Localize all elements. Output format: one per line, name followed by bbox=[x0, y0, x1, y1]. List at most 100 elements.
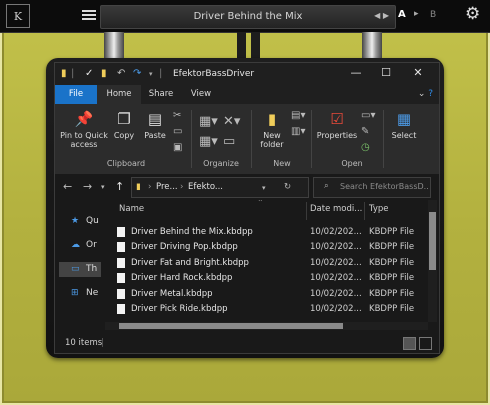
redo-icon[interactable]: ↷ bbox=[133, 68, 141, 80]
paste-shortcut-icon[interactable]: ▣ bbox=[173, 142, 182, 153]
move-to-icon[interactable]: ▦▾ bbox=[199, 114, 218, 129]
file-row[interactable]: Driver Metal.kbdpp 10/02/202... KBDPP Fi… bbox=[105, 287, 428, 302]
minimize-button[interactable]: — bbox=[347, 66, 365, 79]
large-icons-view-icon[interactable] bbox=[419, 337, 432, 350]
nav-item-network[interactable]: ⊞ Ne bbox=[71, 288, 98, 298]
preset-nav-arrows[interactable]: ◀ ▶ bbox=[374, 11, 389, 20]
file-type: KBDPP File bbox=[369, 289, 415, 299]
select-button[interactable]: ▦ Select bbox=[389, 110, 419, 140]
properties-button[interactable]: ☑ Properties bbox=[315, 110, 359, 140]
forward-arrow-icon[interactable]: → bbox=[83, 180, 92, 193]
file-type: KBDPP File bbox=[369, 273, 415, 283]
pin-quick-access-button[interactable]: 📌 Pin to Quick access bbox=[59, 110, 109, 149]
new-folder-icon[interactable]: ▮ bbox=[101, 68, 107, 80]
group-divider bbox=[383, 110, 384, 168]
gear-icon[interactable]: ⚙ bbox=[465, 6, 480, 23]
copy-to-icon[interactable]: ▦▾ bbox=[199, 134, 218, 149]
column-divider[interactable] bbox=[306, 202, 307, 220]
ribbon-help-controls[interactable]: ⌄ ? bbox=[418, 89, 433, 99]
vertical-scrollbar[interactable] bbox=[428, 200, 437, 322]
cut-icon[interactable]: ✂ bbox=[173, 110, 181, 121]
address-bar-row: ← → ▾ ↑ ▮ › Pre... › Efekto... ▾ ↻ ⌕ Sea… bbox=[55, 174, 439, 200]
column-divider[interactable] bbox=[364, 202, 365, 220]
details-view-icon[interactable] bbox=[403, 337, 416, 350]
item-count: 10 items bbox=[65, 338, 103, 348]
pin-label: Pin to Quick access bbox=[60, 131, 108, 149]
preset-name: Driver Behind the Mix bbox=[193, 11, 303, 22]
ribbon-home: 📌 Pin to Quick access ❐ Copy ▤ Paste ✂ ▭… bbox=[55, 104, 439, 175]
folder-icon: ▮ bbox=[61, 68, 67, 79]
file-name: Driver Hard Rock.kbdpp bbox=[131, 273, 233, 283]
file-explorer-window: ▮ | ✓ ▮ ↶ ↷ ▾ | EfektorBassDriver — ☐ ✕ … bbox=[54, 62, 440, 354]
separator: | bbox=[71, 68, 75, 79]
close-button[interactable]: ✕ bbox=[409, 66, 427, 79]
brand-logo: K bbox=[6, 4, 30, 28]
easy-access-icon[interactable]: ▥▾ bbox=[291, 126, 305, 137]
breadcrumb-item[interactable]: Efekto... bbox=[188, 182, 223, 192]
tab-view[interactable]: View bbox=[183, 85, 219, 104]
cloud-icon: ☁ bbox=[71, 240, 80, 250]
separator: | bbox=[101, 338, 104, 348]
horizontal-scroll-thumb[interactable] bbox=[119, 323, 343, 329]
properties-check-icon[interactable]: ✓ bbox=[85, 68, 93, 80]
file-row[interactable]: Driver Fat and Bright.kbdpp 10/02/202...… bbox=[105, 256, 428, 271]
column-header-name[interactable]: Name bbox=[119, 204, 144, 214]
maximize-button[interactable]: ☐ bbox=[377, 66, 395, 79]
column-header-date[interactable]: Date modi... bbox=[310, 204, 362, 214]
file-row[interactable]: Driver Pick Ride.kbdpp 10/02/202... KBDP… bbox=[105, 302, 428, 317]
refresh-icon[interactable]: ↻ bbox=[284, 182, 291, 192]
edit-icon[interactable]: ✎ bbox=[361, 126, 369, 137]
new-folder-button[interactable]: ▮ New folder bbox=[255, 110, 289, 149]
preset-selector[interactable]: Driver Behind the Mix ◀ ▶ bbox=[100, 5, 396, 29]
ab-a-button[interactable]: A bbox=[398, 9, 406, 20]
copy-path-icon[interactable]: ▭ bbox=[173, 126, 182, 137]
address-dropdown-icon[interactable]: ▾ bbox=[262, 184, 266, 192]
ab-copy-arrow-icon[interactable]: ▸ bbox=[414, 9, 419, 19]
star-icon: ★ bbox=[71, 216, 80, 226]
undo-icon[interactable]: ↶ bbox=[117, 68, 125, 80]
paste-button[interactable]: ▤ Paste bbox=[141, 110, 169, 140]
file-row[interactable]: Driver Behind the Mix.kbdpp 10/02/202...… bbox=[105, 225, 428, 240]
file-icon bbox=[117, 227, 125, 237]
horizontal-scrollbar[interactable] bbox=[105, 322, 428, 330]
recent-chevron-icon[interactable]: ▾ bbox=[101, 183, 105, 191]
copy-icon: ❐ bbox=[117, 110, 131, 128]
ribbon-tabs: File Home Share View ⌄ ? bbox=[55, 85, 439, 104]
back-arrow-icon[interactable]: ← bbox=[63, 180, 72, 193]
file-row[interactable]: Driver Hard Rock.kbdpp 10/02/202... KBDP… bbox=[105, 271, 428, 286]
tab-home[interactable]: Home bbox=[97, 85, 141, 104]
new-folder-icon: ▮ bbox=[267, 110, 277, 128]
nav-item-this-pc[interactable]: ▭ Th bbox=[59, 262, 101, 277]
file-icon bbox=[117, 289, 125, 299]
tab-file[interactable]: File bbox=[55, 85, 97, 104]
group-label-organize: Organize bbox=[203, 159, 239, 168]
file-date: 10/02/202... bbox=[310, 258, 362, 268]
breadcrumb-item[interactable]: Pre... bbox=[156, 182, 178, 192]
copy-button[interactable]: ❐ Copy bbox=[111, 110, 137, 140]
new-item-icon[interactable]: ▤▾ bbox=[291, 110, 305, 121]
file-row[interactable]: Driver Driving Pop.kbdpp 10/02/202... KB… bbox=[105, 240, 428, 255]
address-input[interactable]: ▮ › Pre... › Efekto... ▾ ↻ bbox=[131, 177, 309, 198]
nav-item-onedrive[interactable]: ☁ Or bbox=[71, 240, 97, 250]
search-icon: ⌕ bbox=[324, 181, 329, 191]
menu-icon[interactable] bbox=[82, 8, 96, 22]
chevron-down-icon[interactable]: ▾ bbox=[149, 68, 153, 80]
search-placeholder: Search EfektorBassD... bbox=[340, 182, 428, 191]
open-icon[interactable]: ▭▾ bbox=[361, 110, 375, 121]
column-header-type[interactable]: Type bbox=[369, 204, 389, 214]
file-date: 10/02/202... bbox=[310, 273, 362, 283]
up-arrow-icon[interactable]: ↑ bbox=[115, 180, 124, 193]
select-grid-icon: ▦ bbox=[396, 110, 412, 128]
properties-icon: ☑ bbox=[330, 110, 344, 128]
pin-icon: 📌 bbox=[74, 110, 94, 128]
sort-up-icon: ⌃ bbox=[257, 200, 264, 207]
tab-share[interactable]: Share bbox=[141, 85, 181, 104]
file-icon bbox=[117, 242, 125, 252]
search-input[interactable]: ⌕ Search EfektorBassD... bbox=[313, 177, 431, 198]
history-icon[interactable]: ◷ bbox=[361, 142, 370, 153]
ab-b-button[interactable]: B bbox=[430, 10, 436, 20]
rename-icon[interactable]: ▭ bbox=[223, 134, 235, 149]
delete-icon[interactable]: ✕▾ bbox=[223, 114, 240, 129]
nav-item-quick-access[interactable]: ★ Qu bbox=[71, 216, 99, 226]
vertical-scroll-thumb[interactable] bbox=[429, 212, 436, 270]
